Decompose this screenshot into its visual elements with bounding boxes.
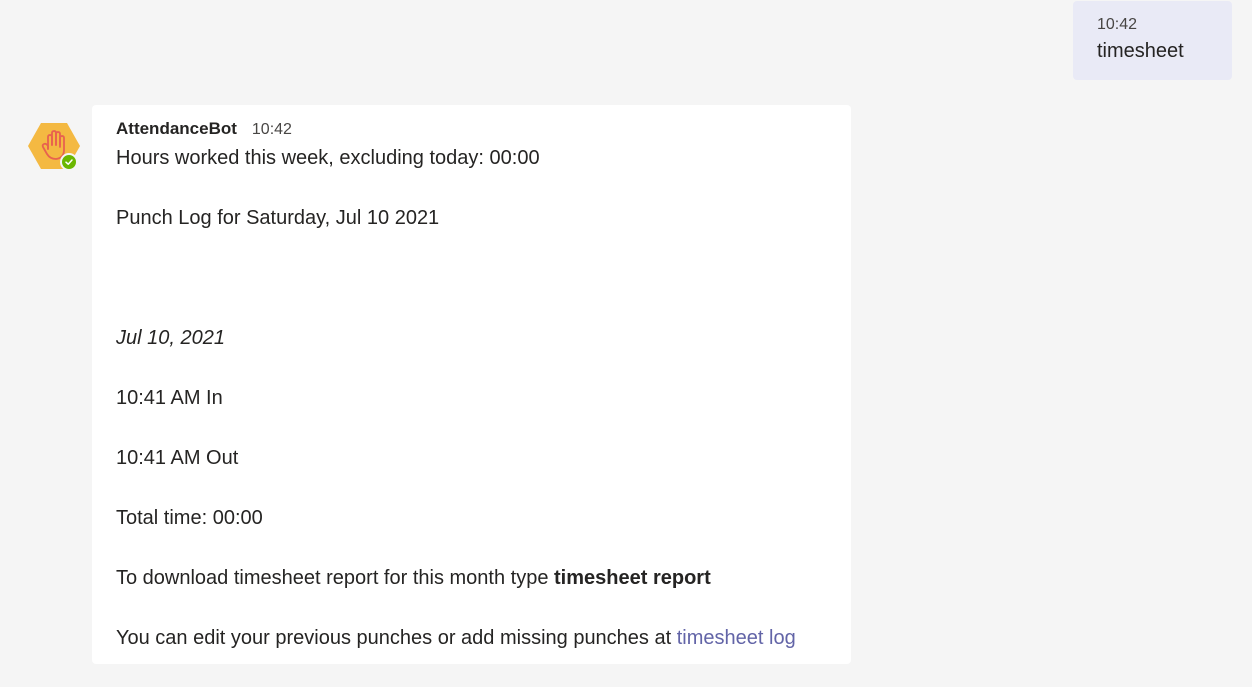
download-instruction-text: To download timesheet report for this mo… [116, 567, 555, 589]
punch-log-title: Punch Log for Saturday, Jul 10 2021 [116, 207, 440, 229]
status-available-badge [60, 153, 78, 171]
sender-name[interactable]: AttendanceBot [116, 119, 237, 139]
bot-avatar[interactable] [28, 123, 80, 175]
bot-message-time: 10:42 [251, 121, 292, 138]
download-instruction: To download timesheet report for this mo… [116, 563, 851, 593]
total-time-line: Total time: 00:00 [116, 507, 263, 529]
edit-instruction: You can edit your previous punches or ad… [116, 623, 851, 653]
user-message-text: timesheet [1097, 40, 1184, 62]
checkmark-icon [65, 159, 73, 165]
timesheet-log-link[interactable]: timesheet log [677, 627, 796, 649]
message-header: AttendanceBot 10:42 [116, 119, 851, 143]
edit-instruction-text: You can edit your previous punches or ad… [116, 627, 677, 649]
hours-worked-line: Hours worked this week, excluding today:… [116, 147, 540, 169]
punch-in-entry: 10:41 AM In [116, 387, 223, 409]
timesheet-report-command: timesheet report [554, 567, 711, 589]
bot-message[interactable]: AttendanceBot 10:42 Hours worked this we… [92, 105, 851, 664]
chat-thread: 10:42 timesheet AttendanceBot 10:42 Hour… [0, 0, 1252, 687]
punch-date: Jul 10, 2021 [116, 327, 225, 349]
user-message[interactable]: 10:42 timesheet [1073, 1, 1232, 80]
user-message-time: 10:42 [1097, 16, 1138, 33]
punch-out-entry: 10:41 AM Out [116, 447, 239, 469]
